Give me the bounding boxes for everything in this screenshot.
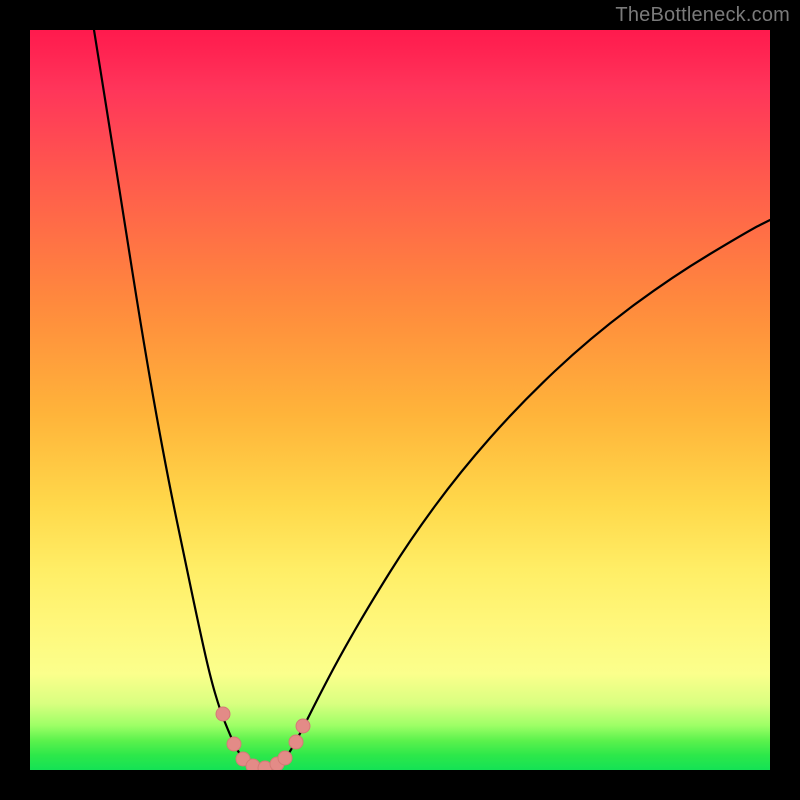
valley-marker: [289, 735, 303, 749]
watermark-text: TheBottleneck.com: [615, 4, 790, 27]
plot-area: [30, 30, 770, 770]
valley-marker: [278, 751, 292, 765]
curve-right-branch: [282, 220, 770, 762]
curve-left-branch: [94, 30, 246, 762]
valley-marker: [296, 719, 310, 733]
valley-marker: [216, 707, 230, 721]
valley-markers: [216, 707, 310, 770]
chart-frame: TheBottleneck.com: [0, 0, 800, 800]
valley-marker: [227, 737, 241, 751]
curve-layer: [30, 30, 770, 770]
